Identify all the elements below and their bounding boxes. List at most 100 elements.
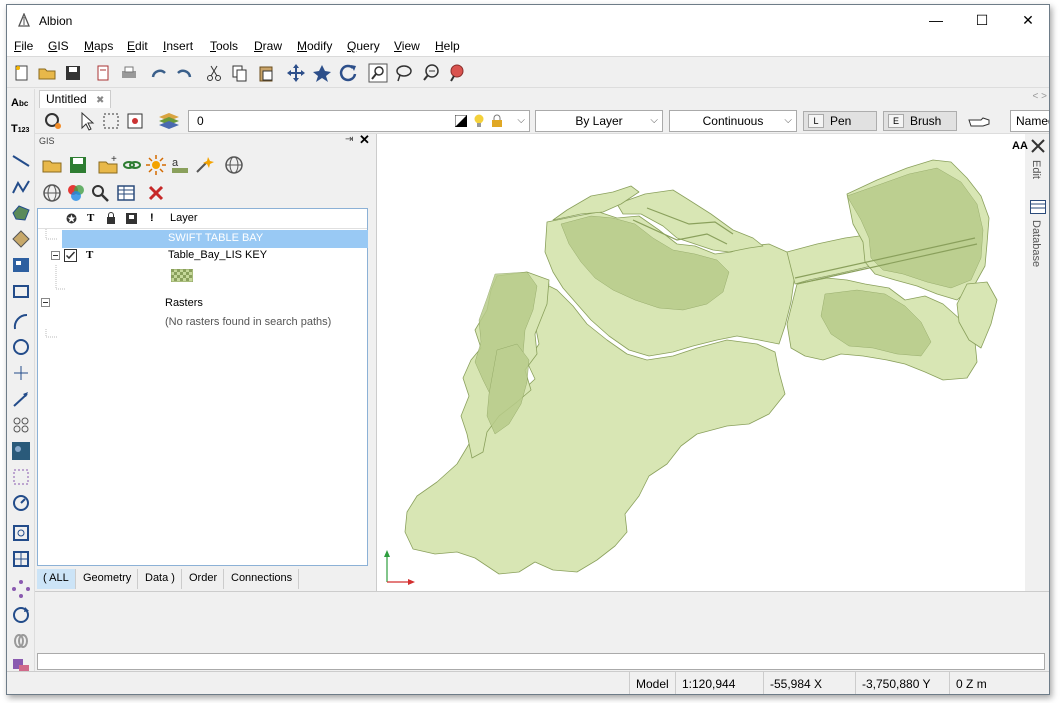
tools-icon[interactable] xyxy=(1030,138,1046,154)
add-layer-icon[interactable]: + xyxy=(97,154,119,176)
pointing-hand-icon[interactable] xyxy=(967,111,991,131)
array-tool-icon[interactable] xyxy=(11,415,31,435)
linetype-dropdown[interactable]: Continuous ⌵ xyxy=(669,110,797,132)
block-tool-icon[interactable] xyxy=(11,255,31,275)
zoom-window-icon[interactable] xyxy=(368,63,388,83)
globe-icon[interactable] xyxy=(41,182,63,204)
grid-tool-icon[interactable] xyxy=(11,549,31,569)
layer-visible-checkbox[interactable] xyxy=(64,249,77,262)
layer-state-icon[interactable] xyxy=(43,111,63,131)
tab-all[interactable]: ( ALL xyxy=(37,569,76,589)
tab-connections[interactable]: Connections xyxy=(225,569,300,589)
menu-tools[interactable]: Tools xyxy=(210,39,238,53)
refresh-icon[interactable] xyxy=(338,63,358,83)
database-table-icon[interactable] xyxy=(1030,200,1046,214)
model-space-indicator[interactable]: Model xyxy=(629,672,675,694)
connect-icon[interactable] xyxy=(121,154,143,176)
open-folder-icon[interactable] xyxy=(37,63,57,83)
select-window-icon[interactable] xyxy=(101,111,121,131)
zoom-realtime-icon[interactable] xyxy=(421,63,441,83)
print-icon[interactable] xyxy=(119,63,139,83)
copy-icon[interactable] xyxy=(229,63,249,83)
scale-indicator[interactable]: 1:120,944 xyxy=(675,672,763,694)
circle-tool-icon[interactable] xyxy=(11,337,31,357)
rotate-tool-icon[interactable] xyxy=(11,605,31,625)
map-drawing[interactable] xyxy=(377,134,1026,591)
pen-button[interactable]: L Pen xyxy=(803,111,877,131)
leader-tool-icon[interactable] xyxy=(11,389,31,409)
map-pin-icon[interactable] xyxy=(447,63,467,83)
save-icon[interactable] xyxy=(67,154,89,176)
rectangle-tool-icon[interactable] xyxy=(11,281,31,301)
pan-icon[interactable] xyxy=(286,63,306,83)
undo-icon[interactable] xyxy=(149,63,169,83)
line-tool-icon[interactable] xyxy=(11,151,31,171)
menu-edit[interactable]: Edit xyxy=(127,39,148,53)
menu-maps[interactable]: Maps xyxy=(84,39,113,53)
menu-file[interactable]: File xyxy=(14,39,33,53)
collapse-icon[interactable] xyxy=(51,251,60,260)
polyline-tool-icon[interactable] xyxy=(11,177,31,197)
tab-geometry[interactable]: Geometry xyxy=(77,569,139,589)
selection-frame-icon[interactable] xyxy=(11,467,31,487)
circular-array-icon[interactable] xyxy=(11,579,31,599)
database-dock-tab[interactable]: Database xyxy=(1030,220,1042,267)
pin-icon[interactable]: ⇥ xyxy=(345,134,353,145)
tab-scroll-arrows[interactable]: < > xyxy=(1033,91,1047,102)
sun-icon[interactable] xyxy=(145,154,167,176)
layers-icon[interactable] xyxy=(157,110,181,132)
viewport-tool-icon[interactable] xyxy=(11,523,31,543)
command-input[interactable] xyxy=(37,653,1045,670)
magic-wand-icon[interactable] xyxy=(193,154,215,176)
cut-icon[interactable] xyxy=(204,63,224,83)
chevron-down-icon[interactable]: ⌵ xyxy=(650,111,658,131)
chevron-down-icon[interactable]: ⌵ xyxy=(517,111,525,131)
image-insert-icon[interactable] xyxy=(11,441,31,461)
open-folder-icon[interactable] xyxy=(41,154,63,176)
redo-icon[interactable] xyxy=(174,63,194,83)
close-button[interactable]: ✕ xyxy=(1005,5,1049,35)
globe-icon[interactable] xyxy=(223,154,245,176)
lasso-icon[interactable] xyxy=(394,63,414,83)
delete-icon[interactable] xyxy=(145,182,167,204)
point-tool-icon[interactable] xyxy=(11,363,31,383)
label-icon[interactable]: a xyxy=(169,154,191,176)
dial-tool-icon[interactable] xyxy=(11,493,31,513)
new-icon[interactable] xyxy=(12,63,32,83)
menu-help[interactable]: Help xyxy=(435,39,460,53)
named-view-field[interactable]: Named xyxy=(1010,110,1049,132)
rasters-group-label[interactable]: Rasters xyxy=(165,297,203,309)
color-dropdown[interactable]: By Layer ⌵ xyxy=(535,110,663,132)
layer-field[interactable]: 0 ⌵ xyxy=(188,110,530,132)
tab-close-icon[interactable]: ✖ xyxy=(96,95,104,106)
tab-order[interactable]: Order xyxy=(183,569,225,589)
text-size-toggle[interactable]: AA xyxy=(1012,140,1028,152)
paste-icon[interactable] xyxy=(256,63,276,83)
panel-close-icon[interactable]: ✕ xyxy=(359,132,370,148)
chain-link-icon[interactable] xyxy=(11,631,31,651)
menu-draw[interactable]: Draw xyxy=(254,39,282,53)
hatch-tool-icon[interactable] xyxy=(11,229,31,249)
brush-button[interactable]: E Brush xyxy=(883,111,957,131)
arc-tool-icon[interactable] xyxy=(11,311,31,331)
text-style-icon[interactable]: T123 xyxy=(11,123,31,143)
collapse-icon[interactable] xyxy=(41,298,50,307)
polygon-tool-icon[interactable] xyxy=(11,203,31,223)
text-tool-icon[interactable]: Abc xyxy=(11,97,31,117)
layer-row-label[interactable]: Table_Bay_LIS KEY xyxy=(168,249,267,261)
menu-gis[interactable]: GIS xyxy=(48,39,69,53)
edit-dock-tab[interactable]: Edit xyxy=(1030,160,1042,179)
layer-row-selected[interactable]: SWIFT TABLE BAY xyxy=(62,230,368,248)
chevron-down-icon[interactable]: ⌵ xyxy=(784,111,792,131)
style-colors-icon[interactable] xyxy=(65,182,87,204)
tab-data[interactable]: Data ) xyxy=(139,569,182,589)
menu-view[interactable]: View xyxy=(394,39,420,53)
minimize-button[interactable]: — xyxy=(913,5,959,35)
search-icon[interactable] xyxy=(89,182,111,204)
page-setup-icon[interactable] xyxy=(93,63,113,83)
menu-insert[interactable]: Insert xyxy=(163,39,193,53)
zoom-extents-icon[interactable] xyxy=(312,63,332,83)
menu-modify[interactable]: Modify xyxy=(297,39,332,53)
menu-query[interactable]: Query xyxy=(347,39,380,53)
save-icon[interactable] xyxy=(63,63,83,83)
